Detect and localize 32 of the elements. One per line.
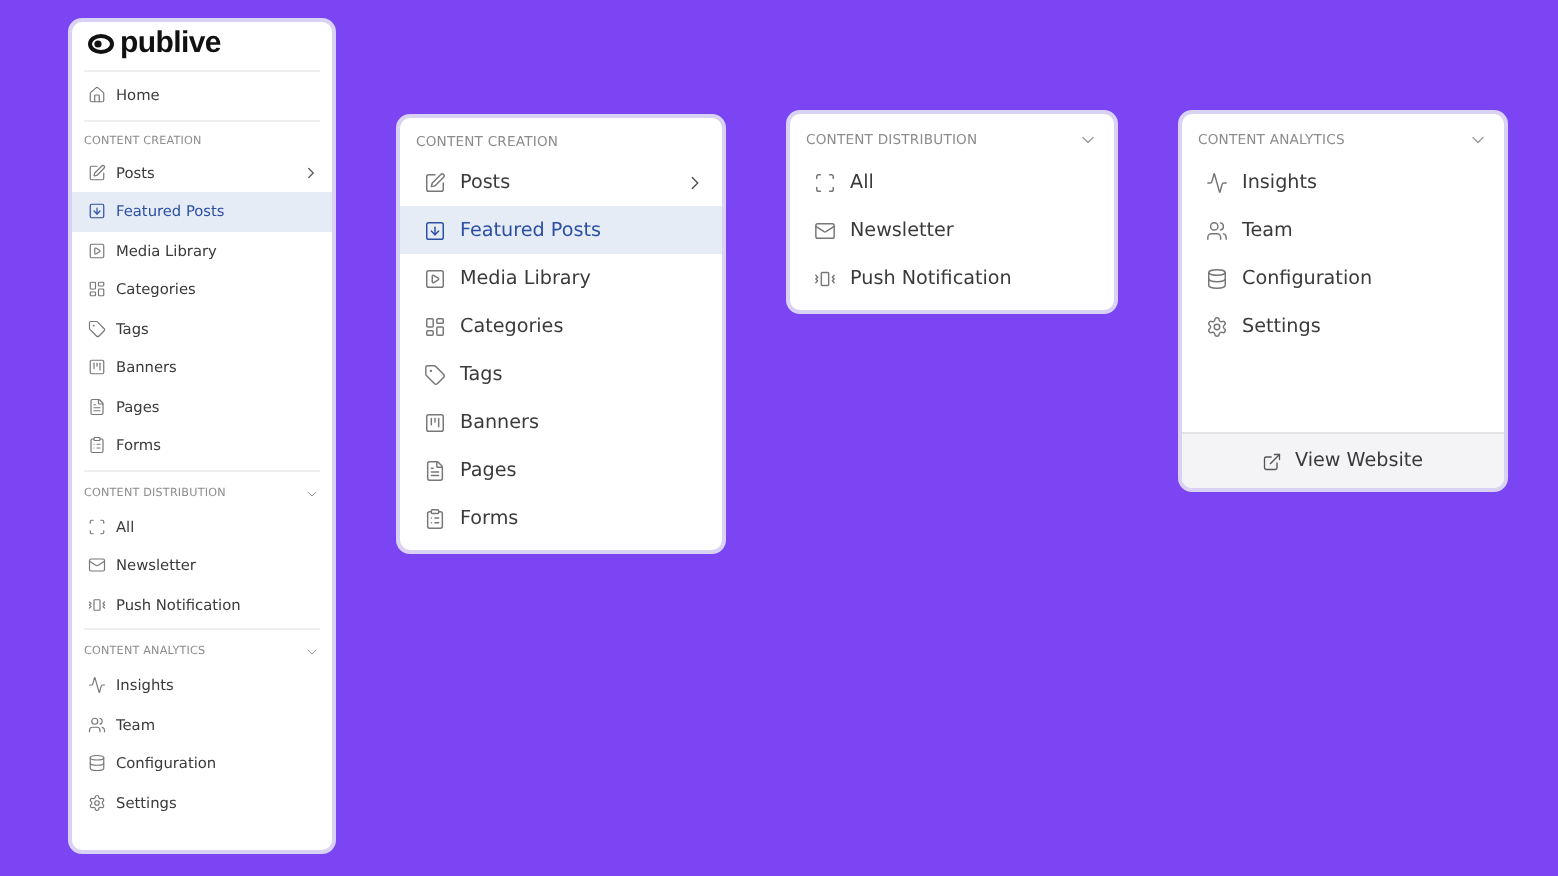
- menu-item[interactable]: Banners: [400, 398, 722, 446]
- menu-item[interactable]: Settings: [1182, 302, 1504, 350]
- menu-item[interactable]: Push Notification: [790, 254, 1114, 302]
- tags-icon: [424, 363, 446, 385]
- logo-icon: [88, 33, 114, 53]
- external-link-icon: [1262, 451, 1283, 471]
- menu-item[interactable]: Newsletter: [790, 206, 1114, 254]
- menu-item[interactable]: Posts: [400, 158, 722, 206]
- view-website-button[interactable]: View Website: [1182, 432, 1504, 488]
- menu-item[interactable]: Forms: [400, 494, 722, 542]
- menu-item[interactable]: All: [790, 158, 1114, 206]
- menu-item[interactable]: Insights: [1182, 158, 1504, 206]
- tags-icon: [88, 319, 106, 338]
- pages-icon: [88, 397, 106, 416]
- menu-item[interactable]: Pages: [400, 446, 722, 494]
- team-icon: [88, 715, 106, 734]
- chevron-down-icon[interactable]: [304, 644, 320, 660]
- logo-text: publive: [120, 26, 221, 60]
- menu-item[interactable]: Configuration: [1182, 254, 1504, 302]
- settings-icon: [1206, 315, 1228, 337]
- menu-item[interactable]: Team: [1182, 206, 1504, 254]
- home-icon: [88, 86, 106, 105]
- menu-item[interactable]: Tags: [400, 350, 722, 398]
- pages-icon: [424, 459, 446, 481]
- newsletter-icon: [814, 219, 836, 241]
- newsletter-icon: [88, 556, 106, 575]
- settings-icon: [88, 793, 106, 812]
- menu-item[interactable]: Featured Posts: [400, 206, 722, 254]
- menu-item[interactable]: Categories: [400, 302, 722, 350]
- chevron-right-icon: [302, 163, 320, 182]
- team-icon: [1206, 219, 1228, 241]
- menu-item[interactable]: Media Library: [400, 254, 722, 302]
